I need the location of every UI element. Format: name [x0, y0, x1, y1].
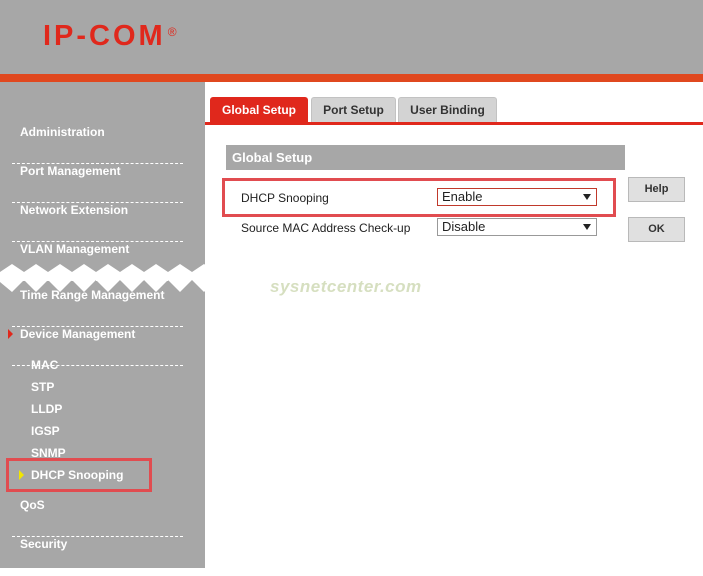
sidebar-subitem-stp[interactable]: STP	[31, 380, 54, 394]
sidebar-item-administration[interactable]: Administration	[0, 125, 183, 164]
source-mac-check-label: Source MAC Address Check-up	[241, 221, 411, 235]
sidebar-item-qos[interactable]: QoS	[0, 498, 183, 537]
highlight-box-dhcp-snooping-field	[222, 178, 616, 217]
header-bar: IP-COM ®	[0, 0, 703, 74]
watermark: sysnetcenter.com	[270, 277, 422, 296]
tab-global-setup[interactable]: Global Setup	[210, 97, 308, 122]
sidebar-item-device-management[interactable]: Device Management	[0, 327, 183, 366]
header-accent-bar	[0, 74, 703, 82]
sidebar-subitem-igsp[interactable]: IGSP	[31, 424, 60, 438]
ok-button[interactable]: OK	[628, 217, 685, 242]
sidebar-subitem-lldp[interactable]: LLDP	[31, 402, 62, 416]
tab-bar: Global Setup Port Setup User Binding	[205, 82, 703, 125]
sidebar: Administration Port Management Network E…	[0, 82, 205, 576]
tab-underline	[205, 122, 703, 125]
sidebar-item-port-management[interactable]: Port Management	[0, 164, 183, 203]
tab-port-setup[interactable]: Port Setup	[311, 97, 396, 122]
panel-title: Global Setup	[226, 145, 625, 170]
ip-com-logo: IP-COM ®	[43, 20, 177, 52]
sidebar-item-network-extension[interactable]: Network Extension	[0, 203, 183, 242]
tab-user-binding[interactable]: User Binding	[398, 97, 497, 122]
highlight-box-dhcp-snooping	[6, 458, 152, 492]
help-button[interactable]: Help	[628, 177, 685, 202]
source-mac-check-select[interactable]: Disable	[437, 218, 597, 236]
sidebar-item-security[interactable]: Security	[0, 537, 183, 576]
sidebar-subitem-mac[interactable]: MAC	[31, 358, 58, 372]
expand-arrow-icon	[8, 329, 13, 339]
chevron-down-icon	[583, 224, 591, 230]
